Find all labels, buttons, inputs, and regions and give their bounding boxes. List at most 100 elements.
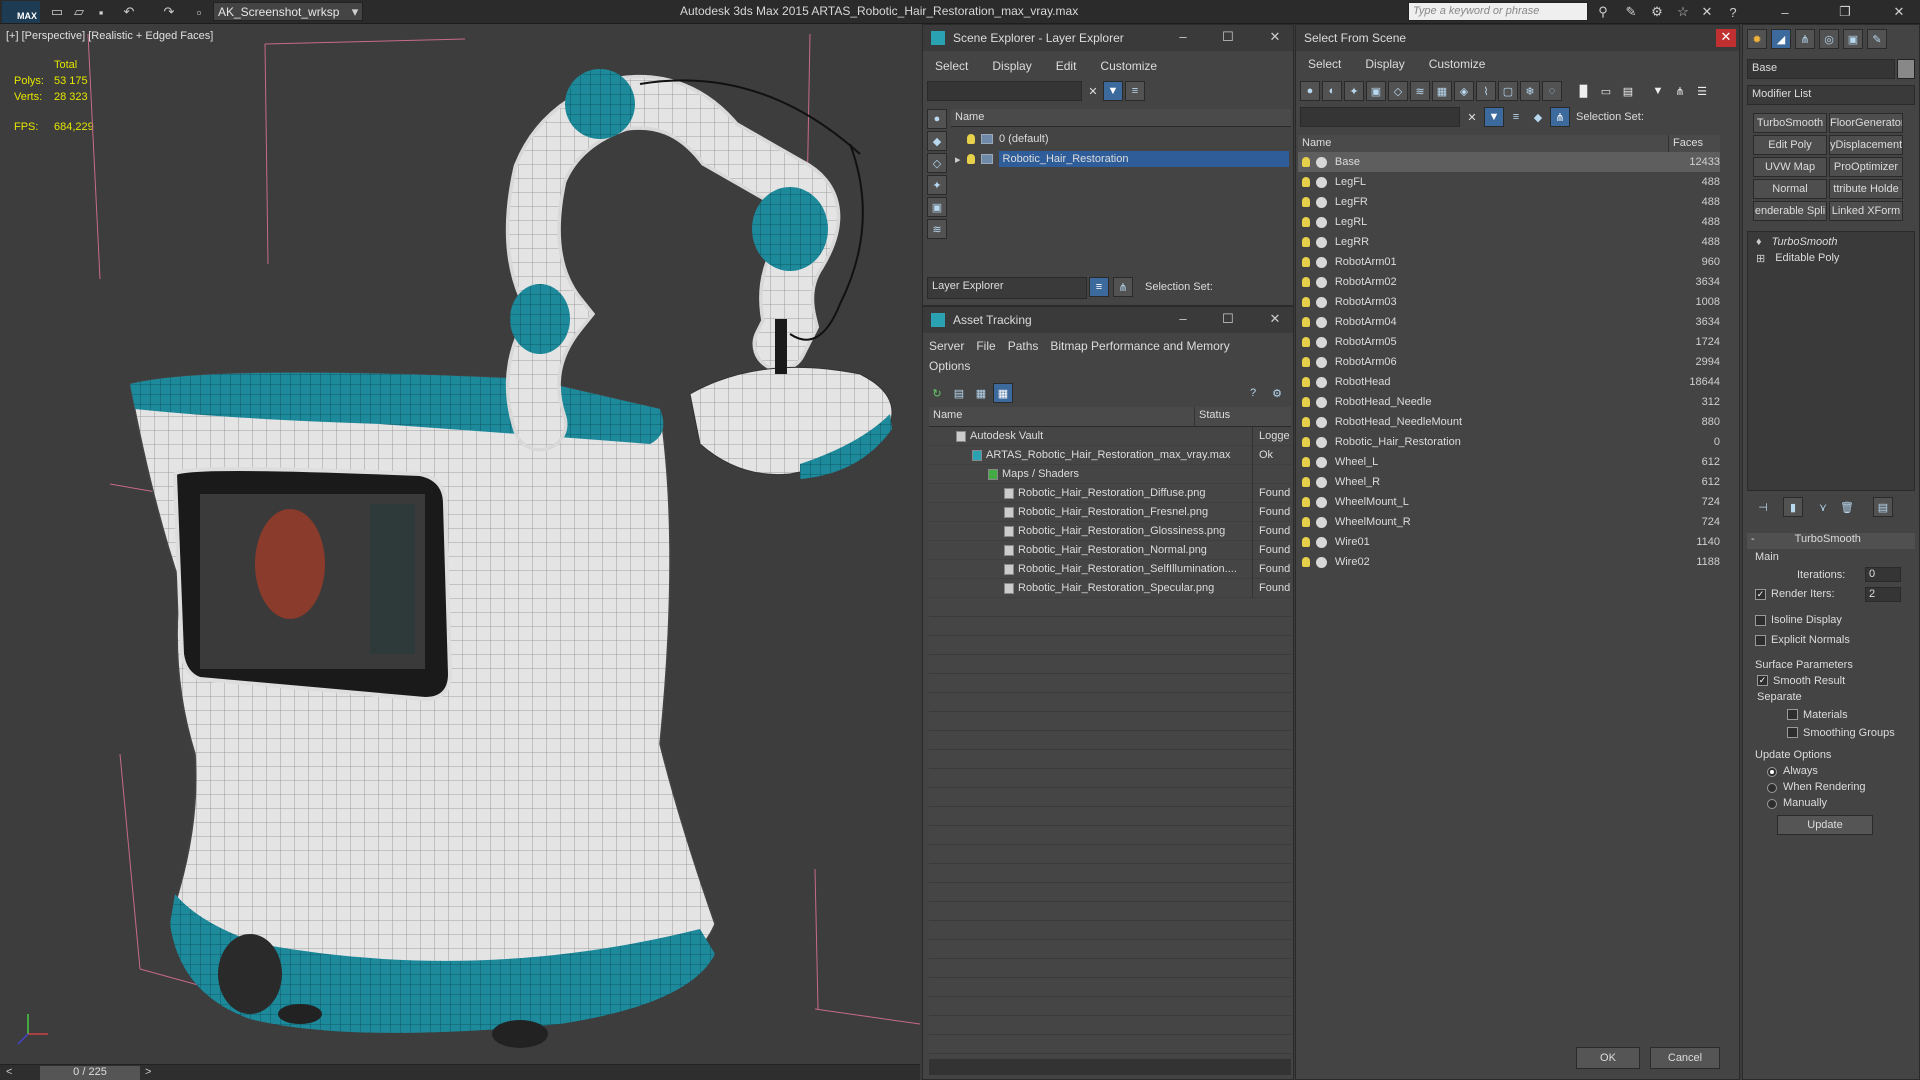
object-name-column-header[interactable]: Name: [1298, 135, 1668, 153]
update-button[interactable]: Update: [1777, 815, 1873, 835]
close-icon[interactable]: ✕: [1265, 311, 1285, 329]
linked-xform-button[interactable]: Linked XForm: [1829, 201, 1903, 221]
hierarchy-icon[interactable]: ⋔: [1113, 277, 1133, 297]
create-tab-icon[interactable]: ✹: [1747, 29, 1767, 49]
undo-icon[interactable]: ↶: [120, 3, 138, 21]
asset-row[interactable]: Maps / Shaders: [928, 464, 1293, 484]
layer-explorer-icon[interactable]: ≡: [1089, 277, 1109, 297]
prev-frame-icon[interactable]: <: [6, 1066, 12, 1078]
object-row[interactable]: LegFR 488: [1298, 192, 1720, 212]
object-row[interactable]: RobotArm05 1724: [1298, 332, 1720, 352]
update-when-rendering-radio[interactable]: [1767, 783, 1777, 793]
star-icon[interactable]: ☆: [1674, 3, 1692, 21]
prooptimizer-button[interactable]: ProOptimizer: [1829, 157, 1903, 177]
open-folder-icon[interactable]: ▱: [70, 3, 88, 21]
lightbulb-icon[interactable]: [1302, 557, 1310, 567]
menu-display[interactable]: Display: [1353, 57, 1416, 71]
lightbulb-icon[interactable]: [1302, 157, 1310, 167]
layer-row-default[interactable]: 0 (default): [951, 129, 1291, 149]
asset-row[interactable]: Autodesk Vault Logge: [928, 426, 1293, 446]
lightbulb-icon[interactable]: [966, 154, 975, 164]
maximize-icon[interactable]: ☐: [1218, 29, 1238, 47]
menu-display[interactable]: Display: [980, 59, 1043, 73]
renderable-spline-button[interactable]: enderable Spli: [1753, 201, 1827, 221]
object-row[interactable]: Wire01 1140: [1298, 532, 1720, 552]
edit-poly-button[interactable]: Edit Poly: [1753, 135, 1827, 155]
object-row[interactable]: Base 12433: [1298, 152, 1720, 172]
attribute-holder-button[interactable]: ttribute Holde: [1829, 179, 1903, 199]
hierarchy-toggle-icon[interactable]: ⋔: [1550, 107, 1570, 127]
clear-search-icon[interactable]: ✕: [1462, 107, 1482, 127]
filter-icon[interactable]: ▼: [1103, 81, 1123, 101]
lightbulb-icon[interactable]: [1302, 297, 1310, 307]
visibility-icon[interactable]: [1315, 296, 1327, 308]
hierarchy-tab-icon[interactable]: ⋔: [1795, 29, 1815, 49]
floorgenerator-button[interactable]: FloorGenerator: [1829, 113, 1903, 133]
close-icon[interactable]: ✕: [1265, 29, 1285, 47]
display-geometry-icon[interactable]: ◆: [927, 131, 947, 151]
turbosmooth-rollout-header[interactable]: - TurboSmooth: [1747, 533, 1915, 549]
asset-row[interactable]: Robotic_Hair_Restoration_Fresnel.png Foun…: [928, 502, 1293, 522]
clear-search-icon[interactable]: ✕: [1083, 81, 1103, 101]
display-groups-icon[interactable]: ▦: [1432, 81, 1452, 101]
list-view-icon[interactable]: ▤: [949, 383, 969, 403]
visibility-icon[interactable]: [1315, 476, 1327, 488]
faces-column-header[interactable]: Faces: [1668, 135, 1720, 153]
display-hidden-icon[interactable]: ◌: [1542, 81, 1562, 101]
object-row[interactable]: RobotArm03 1008: [1298, 292, 1720, 312]
visibility-icon[interactable]: [1315, 536, 1327, 548]
display-tab-icon[interactable]: ▣: [1843, 29, 1863, 49]
display-bones-icon[interactable]: ⌇: [1476, 81, 1496, 101]
visibility-icon[interactable]: [1315, 336, 1327, 348]
select-all-icon[interactable]: ▉: [1574, 81, 1594, 101]
asset-row[interactable]: Robotic_Hair_Restoration_Specular.png Fou…: [928, 578, 1293, 598]
object-row[interactable]: RobotHead 18644: [1298, 372, 1720, 392]
make-unique-icon[interactable]: ⋎: [1813, 497, 1833, 517]
asset-row[interactable]: ARTAS_Robotic_Hair_Restoration_max_vray.…: [928, 445, 1293, 465]
search-input[interactable]: Type a keyword or phrase: [1408, 2, 1588, 21]
perspective-viewport[interactable]: [+] [Perspective] [Realistic + Edged Fac…: [0, 24, 920, 1064]
binoculars-icon[interactable]: ⚲: [1594, 3, 1612, 21]
visibility-icon[interactable]: [1315, 496, 1327, 508]
stack-item-editable-poly[interactable]: ⊞ Editable Poly: [1748, 250, 1914, 266]
remove-modifier-icon[interactable]: 🗑: [1837, 497, 1857, 517]
visibility-icon[interactable]: [1315, 516, 1327, 528]
object-row[interactable]: RobotHead_Needle 312: [1298, 392, 1720, 412]
tools-icon[interactable]: ✎: [1622, 3, 1640, 21]
object-row[interactable]: RobotArm06 2994: [1298, 352, 1720, 372]
asset-row[interactable]: Robotic_Hair_Restoration_Normal.png Found: [928, 540, 1293, 560]
visibility-icon[interactable]: [1315, 276, 1327, 288]
lightbulb-icon[interactable]: [967, 134, 975, 144]
display-cameras-icon[interactable]: ▣: [1366, 81, 1386, 101]
filter-active-icon[interactable]: ▼: [1484, 107, 1504, 127]
display-frozen-icon[interactable]: ❄: [1520, 81, 1540, 101]
stack-item-turbosmooth[interactable]: ♦ TurboSmooth: [1748, 234, 1914, 250]
visibility-icon[interactable]: [1315, 316, 1327, 328]
lightbulb-icon[interactable]: [1302, 337, 1310, 347]
menu-select[interactable]: Select: [1296, 57, 1353, 71]
visibility-icon[interactable]: [1315, 176, 1327, 188]
update-always-radio[interactable]: [1767, 767, 1777, 777]
lightbulb-icon[interactable]: [1302, 457, 1310, 467]
lightbulb-icon[interactable]: [1302, 437, 1310, 447]
display-containers-icon[interactable]: ▢: [1498, 81, 1518, 101]
layers-icon[interactable]: ≡: [1125, 81, 1145, 101]
display-lights-icon[interactable]: ✦: [927, 175, 947, 195]
menu-select[interactable]: Select: [923, 59, 980, 73]
time-slider[interactable]: < 0 / 225 >: [0, 1064, 920, 1080]
pin-stack-icon[interactable]: ⊣: [1753, 497, 1773, 517]
expand-arrow-icon[interactable]: ▸: [955, 153, 961, 166]
motion-tab-icon[interactable]: ◎: [1819, 29, 1839, 49]
modify-tab-icon[interactable]: ◢: [1771, 29, 1791, 49]
display-cameras-icon[interactable]: ▣: [927, 197, 947, 217]
turbosmooth-button[interactable]: TurboSmooth: [1753, 113, 1827, 133]
display-xrefs-icon[interactable]: ◈: [1454, 81, 1474, 101]
object-color-swatch[interactable]: [1897, 59, 1915, 79]
lightbulb-icon[interactable]: [1302, 537, 1310, 547]
layer-column-header[interactable]: Name: [951, 109, 1291, 127]
lightbulb-icon[interactable]: ♦: [1756, 236, 1762, 248]
visibility-icon[interactable]: [1315, 356, 1327, 368]
select-none-icon[interactable]: ▭: [1596, 81, 1616, 101]
table-view-icon[interactable]: ▦: [993, 383, 1013, 403]
object-row[interactable]: Wheel_R 612: [1298, 472, 1720, 492]
